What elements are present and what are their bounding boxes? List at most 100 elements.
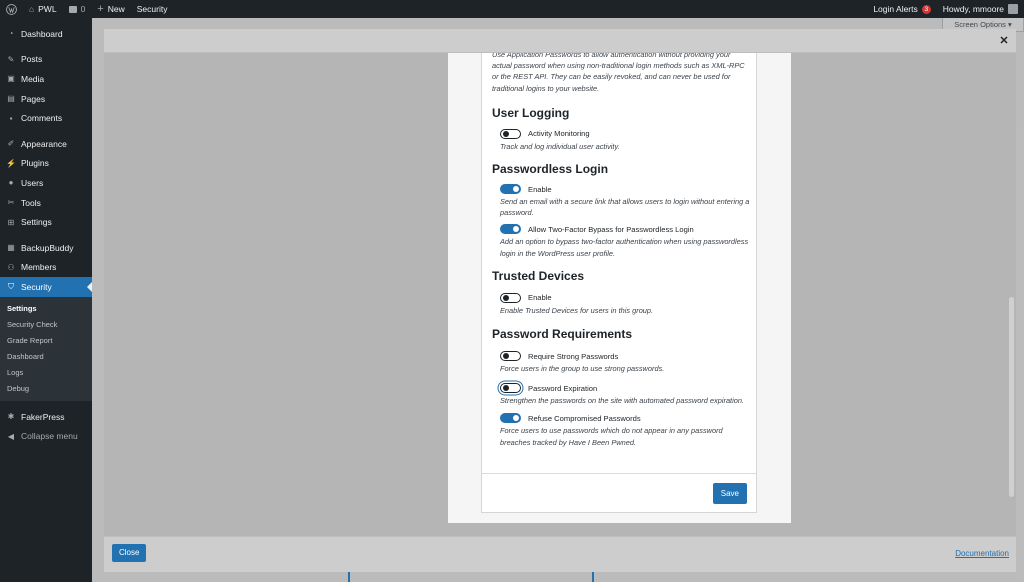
passwordless-enable-description: Send an email with a secure link that al… <box>500 197 750 218</box>
sidebar-item-label: Members <box>21 262 57 273</box>
two-factor-bypass-description: Add an option to bypass two-factor authe… <box>500 237 749 258</box>
section-title-trusted-devices: Trusted Devices <box>492 268 585 283</box>
collapse-menu-button[interactable]: ◀ Collapse menu <box>0 426 92 446</box>
submenu-item-logs[interactable]: Logs <box>0 365 92 381</box>
plus-icon: + <box>97 3 104 15</box>
comments-count: 0 <box>80 4 86 14</box>
login-alerts-link[interactable]: Login Alerts 3 <box>867 0 936 18</box>
sidebar-item-media[interactable]: ▣ Media <box>0 69 92 89</box>
sidebar-item-backupbuddy[interactable]: ▦ BackupBuddy <box>0 238 92 258</box>
compromised-passwords-toggle[interactable] <box>500 413 521 424</box>
plug-icon: ⚡ <box>6 158 16 168</box>
sidebar-item-label: Settings <box>21 217 52 228</box>
sidebar-item-label: Media <box>21 73 45 84</box>
trusted-devices-enable-toggle[interactable] <box>500 292 521 303</box>
sidebar-item-fakerpress[interactable]: ✱ FakerPress <box>0 407 92 427</box>
comment-bubble-icon <box>68 5 77 13</box>
wordpress-logo-button[interactable] <box>0 0 23 18</box>
sidebar-item-label: Appearance <box>21 138 67 149</box>
sidebar-item-label: Dashboard <box>21 28 63 39</box>
security-link[interactable]: Security <box>131 0 174 18</box>
strong-passwords-toggle[interactable] <box>500 351 521 362</box>
comment-icon: ▪ <box>9 113 13 123</box>
two-factor-bypass-row: Allow Two-Factor Bypass for Passwordless… <box>492 223 752 235</box>
sidebar-item-comments[interactable]: ▪ Comments <box>0 108 92 128</box>
background-accent-line <box>592 572 594 582</box>
password-expiration-description: Strengthen the passwords on the site wit… <box>500 396 745 406</box>
sidebar-item-posts[interactable]: ✎ Posts <box>0 50 92 70</box>
section-title-password-requirements: Password Requirements <box>492 327 633 342</box>
login-alerts-label: Login Alerts <box>873 4 918 14</box>
trusted-devices-description: Enable Trusted Devices for users in this… <box>500 305 654 315</box>
sidebar-item-users[interactable]: ● Users <box>0 173 92 193</box>
trusted-devices-enable-row: Enable <box>492 292 752 304</box>
password-expiration-row: Password Expiration <box>492 382 752 394</box>
comments-link[interactable]: 0 <box>63 0 92 18</box>
sidebar-item-pages[interactable]: ▤ Pages <box>0 89 92 109</box>
sidebar-item-label: Users <box>21 177 44 188</box>
sidebar-item-security[interactable]: ⛉ Security <box>0 277 92 297</box>
sidebar-item-plugins[interactable]: ⚡ Plugins <box>0 154 92 174</box>
passwordless-enable-row: Enable <box>492 183 752 195</box>
my-account-link[interactable]: Howdy, mmoore <box>937 0 1024 18</box>
submenu-item-debug[interactable]: Debug <box>0 381 92 397</box>
group-settings-dialog: Use Application Passwords to allow authe… <box>448 53 791 523</box>
close-button[interactable]: Close <box>112 544 147 562</box>
sidebar-item-members[interactable]: ⚇ Members <box>0 258 92 278</box>
admin-bar: ⌂ PWL 0 + New Security Login Alerts 3 Ho… <box>0 0 1024 18</box>
compromised-passwords-label: Refuse Compromised Passwords <box>528 413 641 423</box>
settings-icon: ⊞ <box>7 217 15 227</box>
new-label: New <box>107 4 125 14</box>
pin-icon: ✎ <box>7 54 15 64</box>
members-icon: ⚇ <box>7 262 15 272</box>
wrench-icon: ✂ <box>7 198 15 208</box>
media-icon: ▣ <box>7 74 15 84</box>
submenu-item-grade-report[interactable]: Grade Report <box>0 333 92 349</box>
activity-monitoring-toggle[interactable] <box>500 128 521 139</box>
backup-icon: ▦ <box>7 243 15 253</box>
new-content-link[interactable]: + New <box>91 0 130 18</box>
sidebar-item-settings[interactable]: ⊞ Settings <box>0 212 92 232</box>
sidebar-item-label: Security <box>21 281 52 292</box>
submenu-item-dashboard[interactable]: Dashboard <box>0 349 92 365</box>
two-factor-bypass-toggle[interactable] <box>500 224 521 235</box>
sidebar-item-tools[interactable]: ✂ Tools <box>0 193 92 213</box>
fakerpress-icon: ✱ <box>7 412 15 422</box>
modal-scrollbar[interactable] <box>1009 297 1014 497</box>
close-icon[interactable]: ✕ <box>996 33 1012 49</box>
sidebar-item-label: Posts <box>21 54 43 65</box>
panel-divider <box>482 473 756 474</box>
two-factor-bypass-label: Allow Two-Factor Bypass for Passwordless… <box>528 224 694 234</box>
settings-panel: Use Application Passwords to allow authe… <box>481 53 757 513</box>
compromised-passwords-row: Refuse Compromised Passwords <box>492 412 752 424</box>
activity-monitoring-label: Activity Monitoring <box>528 129 590 139</box>
password-expiration-label: Password Expiration <box>528 383 598 393</box>
strong-passwords-description: Force users in the group to use strong p… <box>500 364 665 374</box>
submenu-item-security-check[interactable]: Security Check <box>0 317 92 333</box>
site-name-link[interactable]: ⌂ PWL <box>23 0 63 18</box>
documentation-link[interactable]: Documentation <box>955 549 1009 558</box>
sidebar-item-label: Pages <box>21 93 46 104</box>
passwordless-enable-label: Enable <box>528 184 552 194</box>
sidebar-item-label: Comments <box>21 113 63 124</box>
sidebar-item-appearance[interactable]: ✐ Appearance <box>0 134 92 154</box>
sidebar-item-dashboard[interactable]: ◔ Dashboard <box>0 24 92 44</box>
shield-icon: ⛉ <box>8 281 14 291</box>
sidebar-item-label: FakerPress <box>21 411 65 422</box>
modal-header: ✕ <box>104 29 1016 53</box>
passwordless-enable-toggle[interactable] <box>500 184 521 195</box>
howdy-text: Howdy, mmoore <box>942 4 1004 14</box>
submenu-item-settings[interactable]: Settings <box>0 301 92 317</box>
modal-footer: Close Documentation <box>104 536 1016 572</box>
home-icon: ⌂ <box>29 4 35 14</box>
trusted-devices-enable-label: Enable <box>528 293 552 303</box>
section-title-passwordless-login: Passwordless Login <box>492 162 609 177</box>
password-expiration-toggle[interactable] <box>500 383 521 394</box>
avatar <box>1008 4 1018 14</box>
section-title-user-logging: User Logging <box>492 105 570 120</box>
collapse-label: Collapse menu <box>21 431 78 442</box>
admin-sidebar: ◔ Dashboard ✎ Posts ▣ Media ▤ Pages ▪ Co… <box>0 18 92 582</box>
save-button[interactable]: Save <box>712 483 747 504</box>
activity-monitoring-description: Track and log individual user activity. <box>500 141 620 151</box>
background-accent-line <box>348 572 350 582</box>
